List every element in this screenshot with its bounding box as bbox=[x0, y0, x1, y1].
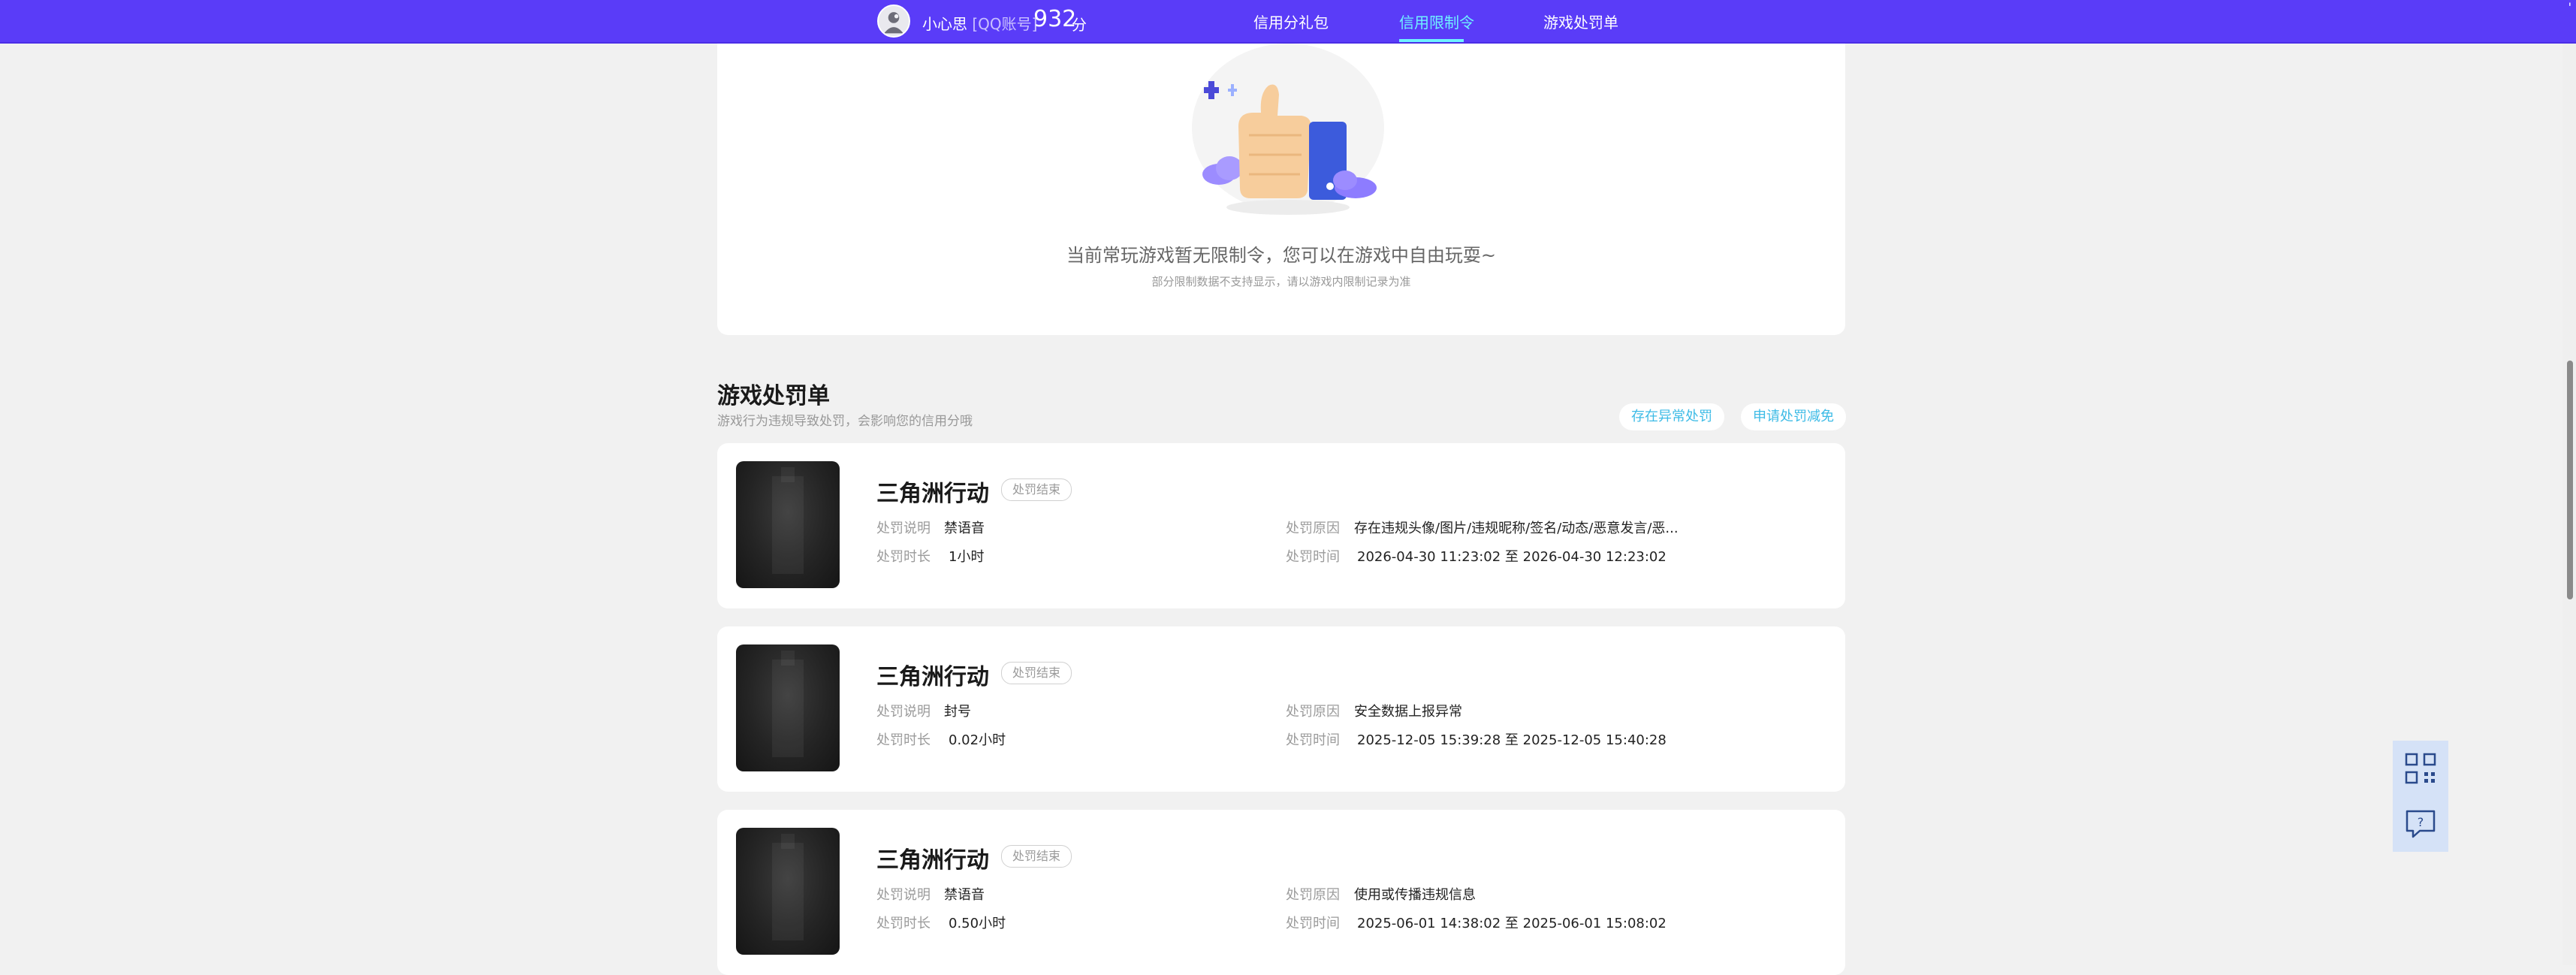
game-thumbnail bbox=[736, 461, 840, 588]
time-end: 2025-06-01 15:08:02 bbox=[1522, 916, 1667, 931]
desc-value: 禁语音 bbox=[944, 521, 985, 536]
penalty-card[interactable]: 三角洲行动 处罚结束 处罚说明 禁语音 处罚时长 1小时 处罚原因 存在违规头像… bbox=[717, 443, 1845, 608]
time-end: 2026-04-30 12:23:02 bbox=[1522, 549, 1667, 565]
nickname: 小心思 bbox=[922, 15, 967, 33]
time-label: 处罚时间 bbox=[1286, 916, 1340, 931]
reason-label: 处罚原因 bbox=[1286, 521, 1340, 536]
duration-label: 处罚时长 bbox=[876, 916, 931, 931]
reason-value: 存在违规头像/图片/违规昵称/签名/动态/恶意发言/恶... bbox=[1354, 521, 1679, 536]
desc-label: 处罚说明 bbox=[876, 521, 931, 536]
status-badge: 处罚结束 bbox=[1001, 845, 1072, 868]
desc-label: 处罚说明 bbox=[876, 704, 931, 720]
time-end: 2025-12-05 15:40:28 bbox=[1522, 732, 1667, 748]
appeal-reduction-button[interactable]: 申请处罚减免 bbox=[1741, 403, 1846, 430]
time-separator: 至 bbox=[1504, 732, 1519, 748]
scrollbar-thumb[interactable] bbox=[2567, 361, 2573, 599]
top-nav-bar: 小心思 [QQ账号] 932 分 信用分礼包 信用限制令 游戏处罚单 ' bbox=[0, 0, 2576, 44]
section-subtitle: 游戏行为违规导致处罚，会影响您的信用分哦 bbox=[717, 414, 973, 429]
time-start: 2025-12-05 15:39:28 bbox=[1357, 732, 1501, 748]
abnormal-penalty-button[interactable]: 存在异常处罚 bbox=[1619, 403, 1724, 430]
game-thumbnail bbox=[736, 828, 840, 955]
time-start: 2026-04-30 11:23:02 bbox=[1357, 549, 1501, 565]
status-badge: 处罚结束 bbox=[1001, 478, 1072, 501]
section-title: 游戏处罚单 bbox=[717, 383, 830, 409]
desc-value: 禁语音 bbox=[944, 887, 985, 903]
status-badge: 处罚结束 bbox=[1001, 662, 1072, 684]
reason-value: 使用或传播违规信息 bbox=[1354, 887, 1476, 903]
game-name: 三角洲行动 bbox=[876, 481, 989, 507]
game-name: 三角洲行动 bbox=[876, 847, 989, 874]
tab-credit-restriction[interactable]: 信用限制令 bbox=[1399, 11, 1474, 32]
reason-value: 安全数据上报异常 bbox=[1354, 704, 1462, 720]
desc-value: 封号 bbox=[944, 704, 971, 720]
game-name: 三角洲行动 bbox=[876, 664, 989, 690]
user-name-label: 小心思 [QQ账号] bbox=[922, 12, 1037, 34]
time-label: 处罚时间 bbox=[1286, 732, 1340, 748]
time-start: 2025-06-01 14:38:02 bbox=[1357, 916, 1501, 931]
duration-value: 0.50小时 bbox=[949, 916, 1006, 931]
game-thumbnail bbox=[736, 644, 840, 771]
help-chat-icon: ? bbox=[2406, 810, 2436, 838]
thumbs-up-illustration bbox=[1175, 44, 1401, 224]
desc-label: 处罚说明 bbox=[876, 887, 931, 903]
empty-state-message: 当前常玩游戏暂无限制令，您可以在游戏中自由玩耍~ bbox=[1066, 245, 1497, 266]
credit-score: 932 bbox=[1033, 6, 1077, 32]
time-value: 2025-12-05 15:39:28 至 2025-12-05 15:40:2… bbox=[1357, 729, 1667, 749]
svg-text:?: ? bbox=[2418, 815, 2424, 829]
tab-game-penalty[interactable]: 游戏处罚单 bbox=[1543, 11, 1618, 32]
time-separator: 至 bbox=[1504, 549, 1519, 565]
qr-code-button[interactable] bbox=[2393, 741, 2448, 796]
account-type: [QQ账号] bbox=[972, 15, 1038, 33]
tab-credit-gift[interactable]: 信用分礼包 bbox=[1253, 11, 1329, 32]
duration-value: 1小时 bbox=[949, 549, 985, 565]
reason-label: 处罚原因 bbox=[1286, 704, 1340, 720]
duration-value: 0.02小时 bbox=[949, 732, 1006, 748]
reason-label: 处罚原因 bbox=[1286, 887, 1340, 903]
time-label: 处罚时间 bbox=[1286, 549, 1340, 565]
active-tab-indicator bbox=[1399, 39, 1464, 42]
corner-mark: ' bbox=[2568, 0, 2571, 14]
duration-label: 处罚时长 bbox=[876, 549, 931, 565]
penalty-card[interactable]: 三角洲行动 处罚结束 处罚说明 封号 处罚时长 0.02小时 处罚原因 安全数据… bbox=[717, 626, 1845, 792]
time-value: 2026-04-30 11:23:02 至 2026-04-30 12:23:0… bbox=[1357, 546, 1667, 566]
qr-code-icon bbox=[2405, 753, 2436, 784]
time-value: 2025-06-01 14:38:02 至 2025-06-01 15:08:0… bbox=[1357, 913, 1667, 932]
score-unit: 分 bbox=[1072, 16, 1087, 34]
duration-label: 处罚时长 bbox=[876, 732, 931, 748]
empty-state-note: 部分限制数据不支持显示，请以游戏内限制记录为准 bbox=[1151, 275, 1411, 288]
help-chat-button[interactable]: ? bbox=[2393, 796, 2448, 852]
time-separator: 至 bbox=[1504, 916, 1519, 931]
penalty-card[interactable]: 三角洲行动 处罚结束 处罚说明 禁语音 处罚时长 0.50小时 处罚原因 使用或… bbox=[717, 810, 1845, 975]
avatar[interactable] bbox=[877, 5, 910, 38]
